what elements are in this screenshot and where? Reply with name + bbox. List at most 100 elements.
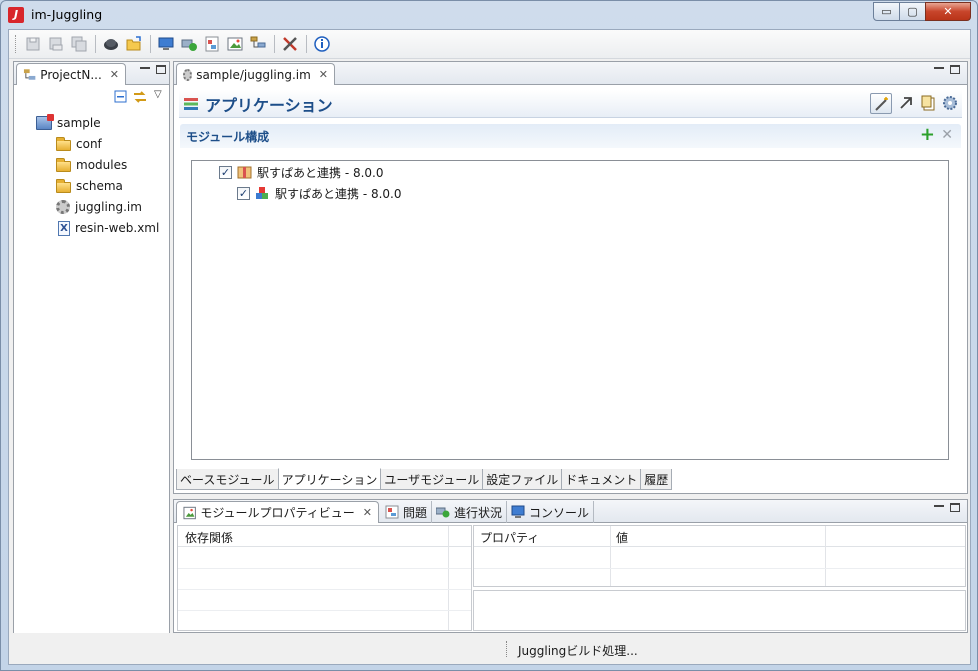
deploy-button[interactable]	[178, 33, 200, 55]
editor-panel: sample/juggling.im ✕ アプリケーション モジュール構成 + …	[173, 61, 968, 494]
tree-item-label: juggling.im	[75, 200, 142, 214]
minimize-view-icon[interactable]	[934, 67, 944, 69]
tree-item-file[interactable]: juggling.im	[56, 198, 142, 216]
column-header-value: 値	[616, 531, 629, 545]
open-folder-button[interactable]	[123, 33, 145, 55]
table-row	[178, 589, 471, 590]
application-icon	[184, 98, 198, 110]
info-button[interactable]	[311, 33, 333, 55]
tab-juggling-im[interactable]: sample/juggling.im ✕	[176, 63, 335, 85]
minimize-view-icon[interactable]	[934, 505, 944, 507]
tree-item-label: conf	[76, 137, 102, 151]
save-icon	[26, 37, 40, 51]
export-button[interactable]	[898, 95, 914, 114]
folder-icon	[56, 157, 71, 172]
workbench: ProjectN... ✕ ▽ sample conf modules sche…	[8, 29, 971, 665]
tree-item-folder[interactable]: modules	[56, 156, 127, 174]
toolbar-separator	[150, 35, 151, 53]
table-row	[474, 568, 965, 569]
maximize-view-icon[interactable]	[950, 65, 960, 74]
bottom-view-tabbar: モジュールプロパティビュー ✕ 問題 進行状況 コンソール	[174, 500, 967, 523]
deploy-icon	[181, 39, 197, 51]
open-folder-icon	[126, 36, 141, 51]
table-row	[178, 610, 471, 611]
tab-label: コンソール	[529, 505, 590, 520]
add-icon[interactable]: +	[920, 126, 935, 144]
tab-progress[interactable]: 進行状況	[432, 501, 508, 523]
wizard-button[interactable]	[870, 93, 892, 114]
report-button[interactable]	[201, 33, 223, 55]
minimize-button[interactable]: ▭	[873, 2, 900, 21]
export-arrow-icon	[900, 97, 912, 109]
tree-button[interactable]	[247, 33, 269, 55]
xml-file-icon: X	[58, 220, 70, 236]
maximize-view-icon[interactable]	[950, 503, 960, 512]
settings-button[interactable]	[942, 95, 958, 114]
tab-config-file[interactable]: 設定ファイル	[482, 469, 563, 490]
image-icon	[227, 37, 243, 51]
toolbar-separator	[274, 35, 275, 53]
tree-item-label: schema	[76, 179, 123, 193]
view-menu-icon[interactable]: ▽	[154, 89, 162, 100]
link-with-editor-button[interactable]	[132, 89, 148, 108]
save-all-button[interactable]	[68, 33, 90, 55]
tab-project-explorer[interactable]: ProjectN... ✕	[16, 63, 126, 85]
close-tab-icon[interactable]: ✕	[319, 68, 328, 81]
hat-button[interactable]	[100, 33, 122, 55]
hat-icon	[104, 39, 118, 50]
tab-application[interactable]: アプリケーション	[277, 468, 382, 490]
module-checkbox[interactable]: ✓	[237, 186, 250, 200]
report-icon	[205, 36, 219, 52]
module-tree: ✓ 駅すぱあと連携 - 8.0.0 ✓ 駅すぱあと連携 - 8.0.0	[191, 160, 949, 460]
minimize-view-icon[interactable]	[140, 67, 150, 69]
copy-button[interactable]	[920, 95, 936, 114]
module-row[interactable]: ✓ 駅すぱあと連携 - 8.0.0	[219, 163, 384, 181]
module-row[interactable]: ✓ 駅すぱあと連携 - 8.0.0	[237, 184, 402, 202]
save-as-button[interactable]	[45, 33, 67, 55]
save-as-icon	[49, 37, 63, 51]
window-controls: ▭ ▢ ✕	[873, 2, 971, 21]
table-row	[178, 568, 471, 569]
column-header-property: プロパティ	[480, 531, 540, 545]
section-title: モジュール構成	[186, 130, 270, 144]
image-button[interactable]	[224, 33, 246, 55]
toolbar-grip[interactable]	[15, 35, 18, 53]
toolbar-separator	[306, 35, 307, 53]
close-tab-icon[interactable]: ✕	[363, 506, 372, 519]
application-window: J im-Juggling ▭ ▢ ✕ ProjectN... ✕ ▽ samp…	[0, 0, 978, 671]
tab-document[interactable]: ドキュメント	[561, 469, 642, 490]
save-button[interactable]	[22, 33, 44, 55]
window-title: im-Juggling	[31, 7, 103, 22]
main-toolbar	[9, 30, 970, 59]
maximize-button[interactable]: ▢	[899, 2, 926, 21]
tree-item-label: sample	[57, 116, 101, 130]
close-button[interactable]: ✕	[925, 2, 971, 21]
tab-problems[interactable]: 問題	[381, 501, 433, 523]
column-divider	[825, 526, 826, 586]
monitor-button[interactable]	[155, 33, 177, 55]
column-header-dependency: 依存関係	[185, 531, 234, 545]
monitor-icon	[158, 37, 174, 50]
app-logo-icon: J	[8, 7, 24, 23]
remove-icon[interactable]: ✕	[941, 127, 953, 143]
collapse-all-button[interactable]	[114, 90, 127, 106]
tab-history[interactable]: 履歴	[640, 469, 673, 490]
copy-icon	[921, 95, 935, 111]
tab-base-module[interactable]: ベースモジュール	[176, 469, 279, 490]
tree-item-project[interactable]: sample	[36, 114, 101, 132]
module-checkbox[interactable]: ✓	[219, 165, 232, 179]
tab-console[interactable]: コンソール	[507, 501, 595, 523]
toolbar-separator	[95, 35, 96, 53]
maximize-view-icon[interactable]	[156, 65, 166, 74]
column-divider	[448, 526, 449, 630]
save-all-icon	[71, 36, 87, 52]
tab-module-properties[interactable]: モジュールプロパティビュー ✕	[176, 501, 379, 523]
tools-button[interactable]	[279, 33, 301, 55]
close-tab-icon[interactable]: ✕	[110, 68, 119, 81]
tree-item-folder[interactable]: schema	[56, 177, 123, 195]
editor-tabbar: sample/juggling.im ✕	[174, 62, 967, 85]
tree-item-file[interactable]: X resin-web.xml	[58, 219, 159, 237]
gear-icon	[56, 200, 70, 214]
tab-user-module[interactable]: ユーザモジュール	[380, 469, 484, 490]
tree-item-folder[interactable]: conf	[56, 135, 102, 153]
